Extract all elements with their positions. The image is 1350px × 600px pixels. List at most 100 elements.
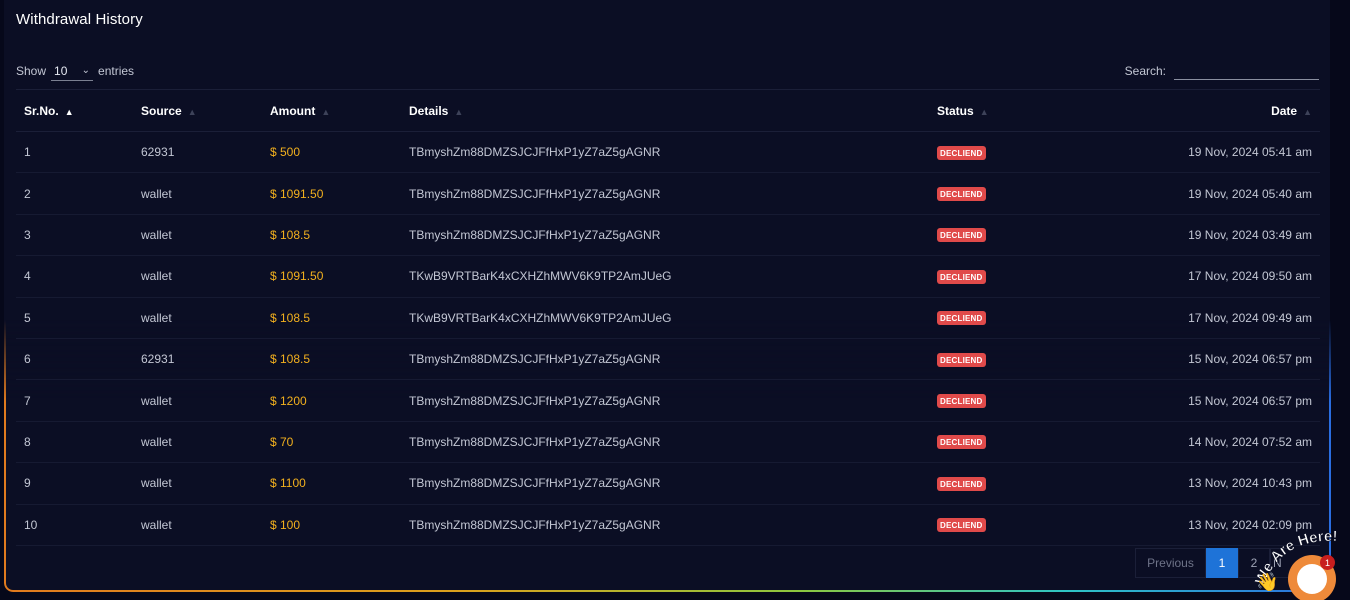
cell-amount: $ 1091.50 [262,255,401,298]
entries-select-value: 10 [54,63,68,78]
status-badge: DECLIEND [937,394,986,409]
cell-sr-no: 4 [16,255,133,298]
status-badge: DECLIEND [937,187,986,202]
cell-status: DECLIEND [929,214,1089,257]
length-prefix: Show [16,64,47,78]
cell-status: DECLIEND [929,172,1089,215]
status-badge: DECLIEND [937,476,986,491]
cell-status: DECLIEND [929,379,1089,422]
chat-widget-button[interactable]: 1 [1288,555,1336,600]
table-row: 8 wallet $ 70 TBmyshZm88DMZSJCJFfHxP1yZ7aZ5… [16,421,1320,464]
cell-date: 17 Nov, 2024 09:49 am [1089,297,1320,339]
cell-date: 14 Nov, 2024 07:52 am [1089,421,1320,464]
status-badge: DECLIEND [937,352,986,367]
table-row: 3 wallet $ 108.5 TBmyshZm88DMZSJCJFfHxP1yZ7… [16,214,1320,257]
cell-date: 17 Nov, 2024 09:50 am [1089,255,1320,298]
cell-date: 19 Nov, 2024 03:49 am [1089,214,1320,257]
status-badge: DECLIEND [937,145,986,160]
chevron-down-icon: ⌄ [81,65,91,76]
cell-sr-no: 6 [16,338,133,381]
cell-status: DECLIEND [929,462,1089,505]
cell-details: TBmyshZm88DMZSJCJFfHxP1yZ7aZ5gAGNR [401,172,929,215]
cell-details: TBmyshZm88DMZSJCJFfHxP1yZ7aZ5gAGNR [401,338,929,381]
waving-hand-icon: 👋 [1256,572,1279,592]
page-button-1[interactable]: 1 [1206,548,1238,578]
cell-details: TBmyshZm88DMZSJCJFfHxP1yZ7aZ5gAGNR [401,131,929,174]
column-header-sr-no[interactable]: Sr.No. ▲ [16,89,133,132]
cell-source: wallet [133,421,262,464]
cell-details: TBmyshZm88DMZSJCJFfHxP1yZ7aZ5gAGNR [401,214,929,257]
table-row: 5 wallet $ 108.5 TKwB9VRTBarK4xCXHZhMWV6K9T… [16,297,1320,339]
cell-date: 13 Nov, 2024 02:09 pm [1089,504,1320,546]
sort-icon: ▲︎ [454,106,464,117]
cell-sr-no: 1 [16,131,133,174]
cell-amount: $ 1100 [262,462,401,505]
column-header-amount[interactable]: Amount ▲︎ [262,89,401,132]
cell-status: DECLIEND [929,338,1089,381]
cell-source: wallet [133,379,262,422]
cell-amount: $ 70 [262,421,401,464]
cell-sr-no: 9 [16,462,133,505]
column-header-status[interactable]: Status ▲︎ [929,89,1089,132]
unread-count-badge: 1 [1320,555,1335,570]
cell-details: TBmyshZm88DMZSJCJFfHxP1yZ7aZ5gAGNR [401,504,929,546]
table-header-row: Sr.No. ▲ Source ▲︎ Amount ▲︎ Details ▲︎ Stat… [16,89,1320,132]
status-badge: DECLIEND [937,435,986,450]
cell-sr-no: 2 [16,172,133,215]
cell-source: wallet [133,297,262,339]
table-row: 6 62931 $ 108.5 TBmyshZm88DMZSJCJFfHxP1yZ7a… [16,338,1320,381]
cell-details: TKwB9VRTBarK4xCXHZhMWV6K9TP2AmJUeG [401,255,929,298]
cell-status: DECLIEND [929,421,1089,464]
table-row: 2 wallet $ 1091.50 TBmyshZm88DMZSJCJFfHxP1y… [16,172,1320,215]
page-title: Withdrawal History [16,11,143,28]
status-badge: DECLIEND [937,269,986,284]
cell-status: DECLIEND [929,131,1089,174]
cell-source: wallet [133,255,262,298]
cell-date: 15 Nov, 2024 06:57 pm [1089,379,1320,422]
previous-page-button[interactable]: Previous [1135,548,1206,578]
table-row: 9 wallet $ 1100 TBmyshZm88DMZSJCJFfHxP1yZ7a… [16,462,1320,505]
cell-amount: $ 108.5 [262,297,401,339]
cell-source: wallet [133,462,262,505]
table-row: 7 wallet $ 1200 TBmyshZm88DMZSJCJFfHxP1yZ7a… [16,379,1320,422]
table-search: Search: [1125,62,1319,80]
sort-icon: ▲︎ [187,106,197,117]
column-header-source[interactable]: Source ▲︎ [133,89,262,132]
cell-sr-no: 7 [16,379,133,422]
table-row: 4 wallet $ 1091.50 TKwB9VRTBarK4xCXHZhMWV6K… [16,255,1320,298]
cell-details: TKwB9VRTBarK4xCXHZhMWV6K9TP2AmJUeG [401,297,929,339]
cell-sr-no: 8 [16,421,133,464]
cell-details: TBmyshZm88DMZSJCJFfHxP1yZ7aZ5gAGNR [401,379,929,422]
cell-date: 15 Nov, 2024 06:57 pm [1089,338,1320,381]
cell-amount: $ 100 [262,504,401,546]
table-row: 10 wallet $ 100 TBmyshZm88DMZSJCJFfHxP1yZ7a… [16,504,1320,546]
cell-amount: $ 1091.50 [262,172,401,215]
cell-sr-no: 3 [16,214,133,257]
cell-date: 19 Nov, 2024 05:40 am [1089,172,1320,215]
cell-date: 19 Nov, 2024 05:41 am [1089,131,1320,174]
cell-details: TBmyshZm88DMZSJCJFfHxP1yZ7aZ5gAGNR [401,462,929,505]
table-row: 1 62931 $ 500 TBmyshZm88DMZSJCJFfHxP1yZ7aZ5… [16,131,1320,174]
cell-sr-no: 10 [16,504,133,546]
sort-asc-icon: ▲ [64,106,74,117]
cell-details: TBmyshZm88DMZSJCJFfHxP1yZ7aZ5gAGNR [401,421,929,464]
cell-source: wallet [133,214,262,257]
cell-date: 13 Nov, 2024 10:43 pm [1089,462,1320,505]
cell-status: DECLIEND [929,504,1089,546]
status-badge: DECLIEND [937,518,986,533]
withdrawal-table: Sr.No. ▲ Source ▲︎ Amount ▲︎ Details ▲︎ Stat… [16,89,1320,546]
status-badge: DECLIEND [937,228,986,243]
column-header-details[interactable]: Details ▲︎ [401,89,929,132]
cell-amount: $ 500 [262,131,401,174]
cell-amount: $ 1200 [262,379,401,422]
entries-length-control: Show 10 ⌄ entries [16,61,134,81]
cell-sr-no: 5 [16,297,133,339]
cell-source: wallet [133,172,262,215]
search-input[interactable] [1174,62,1319,80]
entries-select[interactable]: 10 ⌄ [51,61,94,81]
cell-status: DECLIEND [929,255,1089,298]
cell-amount: $ 108.5 [262,338,401,381]
cell-source: 62931 [133,131,262,174]
length-suffix: entries [98,64,135,78]
column-header-date[interactable]: Date ▲︎ [1089,89,1320,132]
